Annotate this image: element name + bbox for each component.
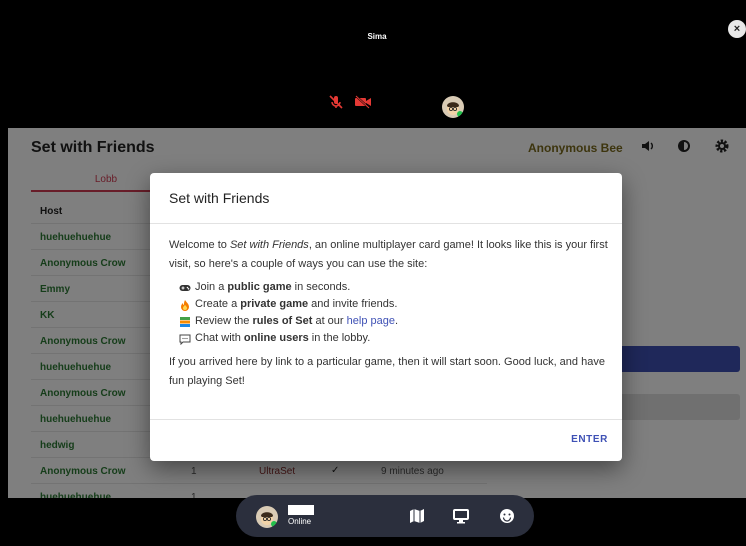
name-box: [288, 505, 314, 515]
item-text: Review the rules of Set at our help page…: [195, 315, 399, 327]
divider: [150, 419, 622, 420]
dialog-body: Welcome to Set with Friends, an online m…: [169, 236, 609, 391]
mic-muted-icon[interactable]: [328, 94, 344, 110]
emoji-icon[interactable]: [498, 507, 516, 525]
map-icon[interactable]: [408, 507, 426, 525]
online-status: Online: [288, 517, 312, 526]
screen: Sima × Set with Friends Anonymous Bee Lo…: [0, 0, 746, 546]
list-item: Chat with online users in the lobby.: [179, 330, 609, 347]
item-text: Join a public game in seconds.: [195, 281, 351, 293]
book-icon: [179, 316, 191, 328]
close-button[interactable]: ×: [728, 20, 746, 38]
screen-share-icon[interactable]: [452, 507, 470, 525]
gamepad-icon: [179, 282, 191, 294]
participant-avatar: [442, 96, 464, 118]
intro-prefix: Welcome to: [169, 239, 230, 251]
item-text: Create a private game and invite friends…: [195, 298, 398, 310]
divider: [150, 223, 622, 224]
participant-name: Sima: [367, 32, 387, 41]
call-toolbar: Online: [236, 495, 534, 537]
enter-button[interactable]: ENTER: [571, 434, 608, 445]
self-avatar[interactable]: [256, 506, 278, 528]
chat-icon: [179, 333, 191, 345]
feature-list: Join a public game in seconds. Create a …: [179, 279, 609, 347]
camera-off-icon[interactable]: [354, 94, 372, 110]
video-call-area: Sima: [8, 6, 746, 128]
list-item: Create a private game and invite friends…: [179, 296, 609, 313]
outro-text: If you arrived here by link to a particu…: [169, 356, 605, 387]
item-text: Chat with online users in the lobby.: [195, 332, 371, 344]
dialog-title: Set with Friends: [169, 190, 270, 206]
help-page-link[interactable]: help page: [347, 315, 395, 327]
media-controls: [328, 94, 372, 110]
site-name: Set with Friends: [229, 239, 309, 251]
intro-text: Welcome to Set with Friends, an online m…: [169, 236, 609, 274]
fire-icon: [179, 299, 191, 311]
list-item: Review the rules of Set at our help page…: [179, 313, 609, 330]
list-item: Join a public game in seconds.: [179, 279, 609, 296]
welcome-dialog: Set with Friends Welcome to Set with Fri…: [150, 173, 622, 461]
